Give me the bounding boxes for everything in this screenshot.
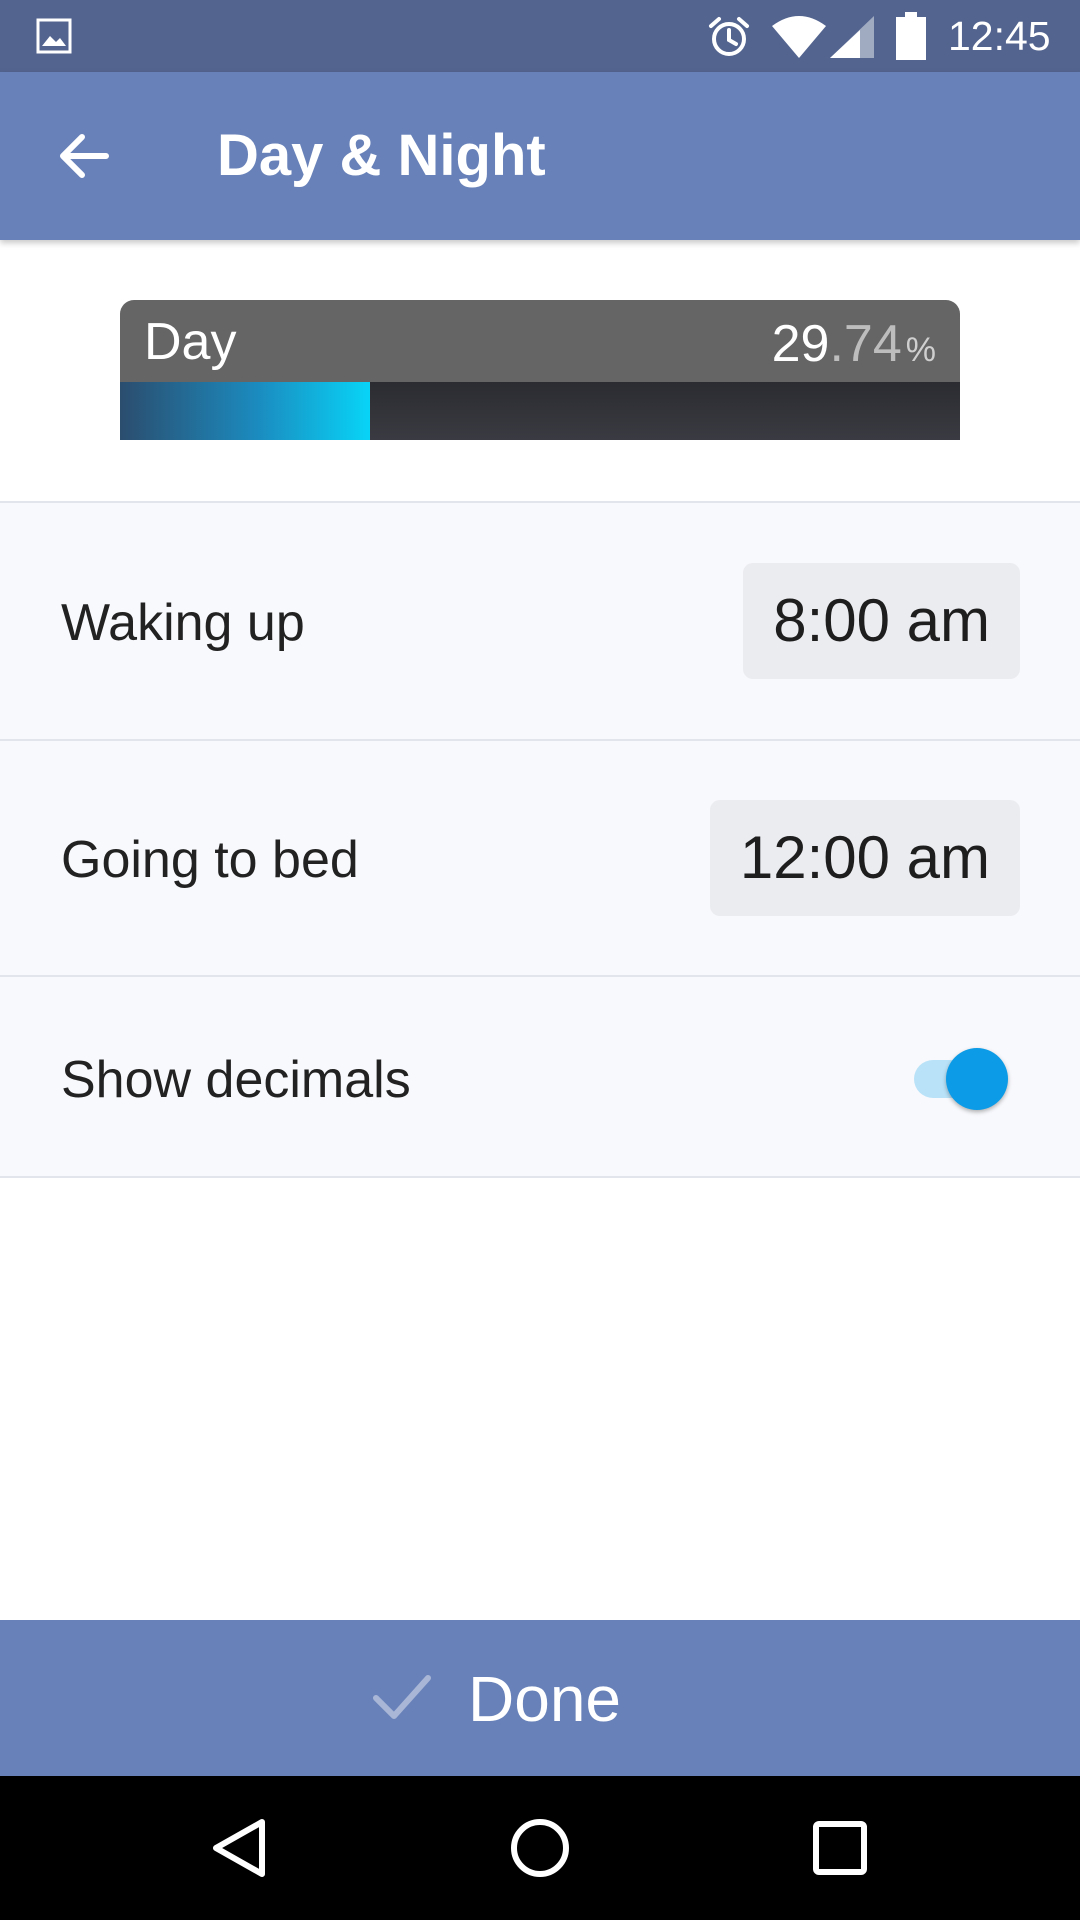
arrow-left-icon [60, 134, 109, 178]
status-clock: 12:45 [948, 13, 1051, 59]
done-label: Done [468, 1663, 621, 1735]
battery-icon [896, 12, 926, 60]
status-bar: 12:45 [0, 0, 1080, 72]
day-progress-card: Day 29.74% [120, 300, 960, 440]
toggle-thumb [946, 1048, 1008, 1110]
home-circle-icon[interactable] [504, 1812, 576, 1884]
going-to-bed-label: Going to bed [61, 831, 359, 889]
back-triangle-icon[interactable] [204, 1812, 276, 1884]
alarm-icon [709, 17, 749, 56]
check-icon [373, 1675, 431, 1719]
page-title: Day & Night [217, 123, 546, 188]
system-nav-bar [0, 1776, 1080, 1920]
progress-header: Day 29.74% [120, 300, 960, 382]
percent-sign: % [905, 331, 936, 369]
wifi-icon [772, 16, 826, 58]
signal-icon [830, 16, 874, 58]
gallery-icon [36, 18, 72, 54]
app-toolbar: Day & Night [0, 72, 1080, 240]
progress-track [120, 382, 960, 440]
waking-up-label: Waking up [61, 594, 305, 652]
progress-fill [120, 382, 370, 440]
progress-percent: 29.74% [772, 316, 936, 378]
divider [0, 1176, 1080, 1178]
progress-label: Day [144, 313, 237, 371]
percent-decimal: .74 [829, 315, 902, 373]
going-to-bed-row: Going to bed 12:00 am [0, 741, 1080, 975]
going-to-bed-time-button[interactable]: 12:00 am [709, 800, 1020, 916]
back-button[interactable] [48, 120, 120, 192]
waking-up-row: Waking up 8:00 am [0, 503, 1080, 739]
recents-square-icon[interactable] [804, 1812, 876, 1884]
show-decimals-label: Show decimals [61, 1051, 411, 1109]
percent-integer: 29 [771, 315, 830, 373]
show-decimals-toggle[interactable] [912, 1046, 1012, 1110]
done-button[interactable]: Done [0, 1620, 1080, 1776]
waking-up-time-button[interactable]: 8:00 am [743, 563, 1020, 679]
